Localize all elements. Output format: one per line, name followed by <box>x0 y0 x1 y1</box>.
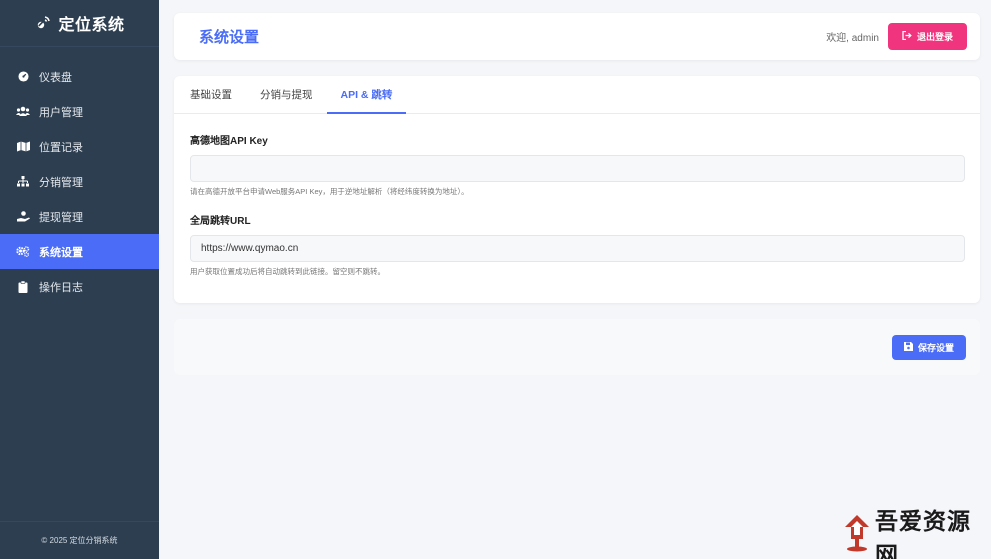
settings-tabs: 基础设置 分销与提现 API & 跳转 <box>174 76 980 114</box>
watermark-text: 吾爱资源网 <box>875 507 971 559</box>
amap-key-help: 请在高德开放平台申请Web服务API Key，用于逆地址解析（将经纬度转换为地址… <box>190 187 469 196</box>
satellite-icon <box>34 14 52 32</box>
redirect-url-label: 全局跳转URL <box>190 216 251 227</box>
sidebar-footer: © 2025 定位分销系统 <box>0 521 159 559</box>
sidebar-item-label: 用户管理 <box>39 106 83 119</box>
settings-card: 基础设置 分销与提现 API & 跳转 高德地图API Key 请在高德开放平台… <box>174 76 980 303</box>
clipboard-icon <box>16 280 30 294</box>
page-title: 系统设置 <box>199 29 260 46</box>
redirect-url-input[interactable] <box>190 235 965 262</box>
users-icon <box>16 105 30 119</box>
sidebar-item-settings[interactable]: 系统设置 <box>0 234 159 269</box>
hand-money-icon <box>16 210 30 224</box>
redirect-url-help: 用户获取位置成功后将自动跳转到此链接。留空则不跳转。 <box>190 267 385 276</box>
watermark: 吾爱资源网 <box>842 508 991 559</box>
sidebar-item-users[interactable]: 用户管理 <box>0 94 159 129</box>
brand-title: 定位系统 <box>58 17 125 34</box>
tab-api-redirect[interactable]: API & 跳转 <box>326 76 407 114</box>
logout-button[interactable]: 退出登录 <box>887 23 967 50</box>
redirect-url-field: 全局跳转URL 用户获取位置成功后将自动跳转到此链接。留空则不跳转。 <box>190 212 965 277</box>
save-settings-button[interactable]: 保存设置 <box>891 334 966 360</box>
sidebar: 定位系统 仪表盘 用户管理 位置记录 分销管理 提现管理 系统设置 操作日志 ©… <box>0 0 159 559</box>
sitemap-icon <box>16 175 30 189</box>
sidebar-item-label: 位置记录 <box>39 141 83 154</box>
sign-out-icon <box>902 30 912 42</box>
api-settings-form: 高德地图API Key 请在高德开放平台申请Web服务API Key，用于逆地址… <box>174 114 980 277</box>
watermark-logo-icon <box>842 513 872 558</box>
map-icon <box>16 140 30 154</box>
welcome-text: 欢迎, admin <box>826 33 879 44</box>
sidebar-item-label: 提现管理 <box>39 211 83 224</box>
amap-key-input[interactable] <box>190 155 965 182</box>
amap-key-label: 高德地图API Key <box>190 136 268 147</box>
tab-basic[interactable]: 基础设置 <box>176 76 246 113</box>
tab-distribution-withdrawal[interactable]: 分销与提现 <box>246 76 327 113</box>
sidebar-nav: 仪表盘 用户管理 位置记录 分销管理 提现管理 系统设置 操作日志 <box>0 59 159 304</box>
sidebar-item-label: 分销管理 <box>39 176 83 189</box>
logout-label: 退出登录 <box>916 32 953 42</box>
cogs-icon <box>16 245 30 259</box>
save-bar: 保存设置 <box>174 319 980 375</box>
header-right: 欢迎, admin 退出登录 <box>826 23 967 50</box>
sidebar-item-locations[interactable]: 位置记录 <box>0 129 159 164</box>
brand[interactable]: 定位系统 <box>0 0 159 47</box>
save-label: 保存设置 <box>917 342 954 353</box>
sidebar-item-withdrawal[interactable]: 提现管理 <box>0 199 159 234</box>
sidebar-item-label: 操作日志 <box>39 281 83 294</box>
floppy-disk-icon <box>903 341 913 353</box>
page-header: 系统设置 欢迎, admin 退出登录 <box>174 13 980 60</box>
sidebar-item-label: 仪表盘 <box>39 71 72 84</box>
dashboard-icon <box>16 70 30 84</box>
amap-key-field: 高德地图API Key 请在高德开放平台申请Web服务API Key，用于逆地址… <box>190 132 965 197</box>
sidebar-item-distribution[interactable]: 分销管理 <box>0 164 159 199</box>
sidebar-item-dashboard[interactable]: 仪表盘 <box>0 59 159 94</box>
sidebar-item-label: 系统设置 <box>39 246 83 259</box>
sidebar-item-logs[interactable]: 操作日志 <box>0 269 159 304</box>
